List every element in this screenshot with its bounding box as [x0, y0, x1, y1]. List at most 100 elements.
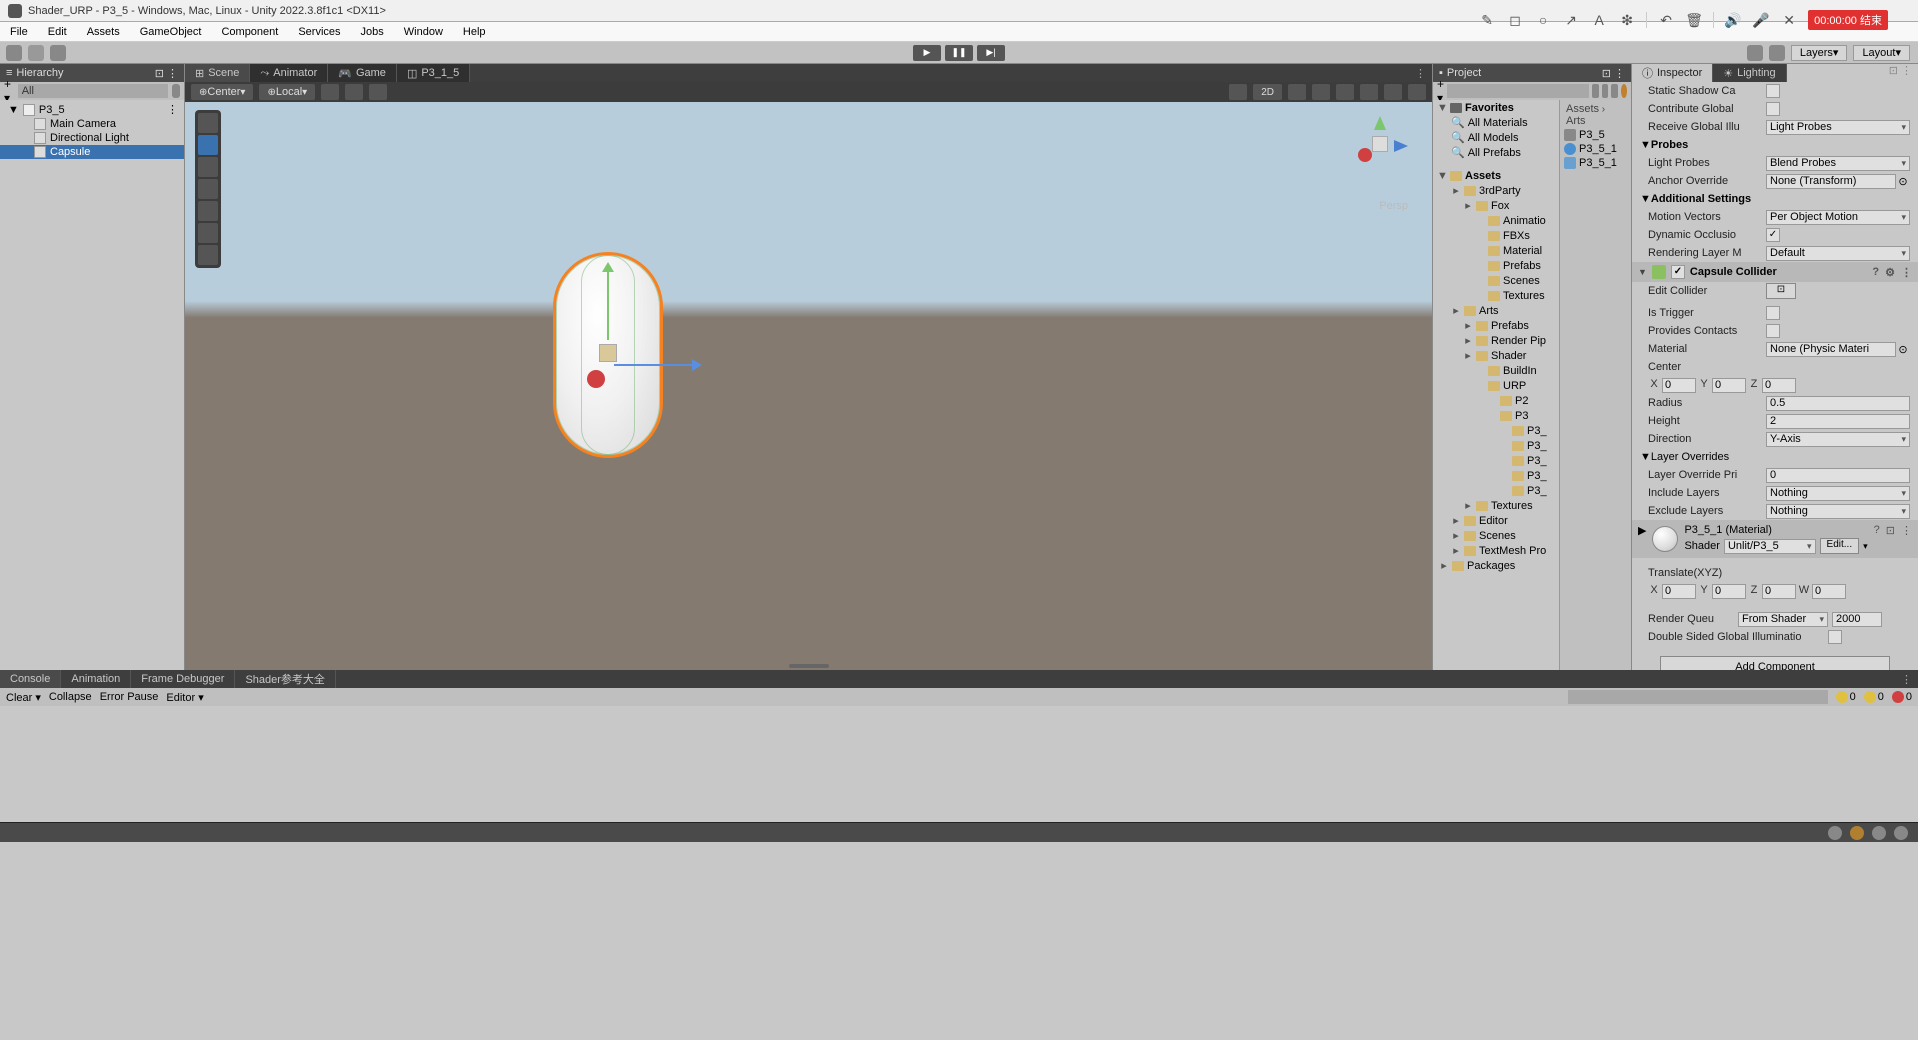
move-tool[interactable]: [198, 135, 218, 155]
project-tree-item[interactable]: URP: [1433, 378, 1559, 393]
menu-icon[interactable]: ⋮: [1901, 266, 1912, 279]
tab-shader[interactable]: ◫P3_1_5: [397, 64, 470, 82]
z-axis-handle[interactable]: [587, 370, 605, 388]
translate-z-input[interactable]: [1762, 584, 1796, 599]
static-shadow-checkbox[interactable]: [1766, 84, 1780, 98]
menu-component[interactable]: Component: [211, 26, 288, 38]
hand-tool[interactable]: [198, 113, 218, 133]
hierarchy-item-camera[interactable]: Main Camera: [0, 117, 184, 131]
y-axis-handle[interactable]: [607, 270, 609, 340]
help-icon[interactable]: ?: [1874, 524, 1880, 537]
project-tree-item[interactable]: ▸TextMesh Pro: [1433, 543, 1559, 558]
menu-gameobject[interactable]: GameObject: [130, 26, 212, 38]
favorite-icon[interactable]: [1602, 84, 1608, 98]
receive-gi-dropdown[interactable]: Light Probes: [1766, 120, 1910, 135]
include-layers-dropdown[interactable]: Nothing: [1766, 486, 1910, 501]
draw-mode-icon[interactable]: [1229, 84, 1247, 100]
project-tree-item[interactable]: ▸Prefabs: [1433, 318, 1559, 333]
project-tree-item[interactable]: P3_: [1433, 438, 1559, 453]
tab-scene[interactable]: ⊞Scene: [185, 64, 250, 82]
console-search[interactable]: [1568, 690, 1828, 704]
settings-icon[interactable]: [50, 45, 66, 61]
radius-input[interactable]: 0.5: [1766, 396, 1910, 411]
tab-lighting[interactable]: ☀Lighting: [1713, 64, 1786, 82]
status-icon-2[interactable]: [1850, 826, 1864, 840]
add-component-button[interactable]: Add Component: [1660, 656, 1890, 670]
project-tree-item[interactable]: Prefabs: [1433, 258, 1559, 273]
circle-icon[interactable]: ○: [1534, 11, 1552, 29]
layers-dropdown[interactable]: Layers ▾: [1791, 45, 1848, 61]
asset-item[interactable]: P3_5_1: [1562, 156, 1629, 170]
menu-jobs[interactable]: Jobs: [351, 26, 394, 38]
snap-icon[interactable]: [345, 84, 363, 100]
capsule-collider-header[interactable]: ▼ Capsule Collider ?⚙⋮: [1632, 262, 1918, 282]
object-picker-icon[interactable]: ⊙: [1896, 175, 1910, 188]
filter-icon[interactable]: [1592, 84, 1598, 98]
project-tree-item[interactable]: P3_: [1433, 423, 1559, 438]
project-tree-item[interactable]: Textures: [1433, 288, 1559, 303]
hierarchy-item-light[interactable]: Directional Light: [0, 131, 184, 145]
collider-enabled-checkbox[interactable]: [1671, 265, 1685, 279]
console-body[interactable]: [0, 706, 1918, 822]
project-tree-item[interactable]: ▸Textures: [1433, 498, 1559, 513]
label-icon[interactable]: [1611, 84, 1617, 98]
lock-icon[interactable]: ⊡ ⋮: [1883, 64, 1918, 82]
provides-contacts-checkbox[interactable]: [1766, 324, 1780, 338]
project-search[interactable]: [1447, 84, 1589, 98]
asset-item[interactable]: P3_5: [1562, 128, 1629, 142]
search-icon[interactable]: [1769, 45, 1785, 61]
project-tree-item[interactable]: ▸Arts: [1433, 303, 1559, 318]
render-queue-value[interactable]: 2000: [1832, 612, 1882, 627]
orientation-gizmo[interactable]: [1352, 116, 1408, 172]
center-x-input[interactable]: [1662, 378, 1696, 393]
preset-icon[interactable]: ⚙: [1885, 266, 1895, 279]
volume-icon[interactable]: 🔊: [1724, 11, 1742, 29]
project-tree-item[interactable]: P3_: [1433, 468, 1559, 483]
hierarchy-filter-icon[interactable]: [172, 84, 180, 98]
collapse-button[interactable]: Collapse: [49, 691, 92, 703]
project-tree-item[interactable]: BuildIn: [1433, 363, 1559, 378]
custom-tool[interactable]: [198, 245, 218, 265]
project-tree-item[interactable]: P2: [1433, 393, 1559, 408]
console-menu-icon[interactable]: ⋮: [1901, 673, 1918, 686]
undo-history-icon[interactable]: [1747, 45, 1763, 61]
square-icon[interactable]: ◻: [1506, 11, 1524, 29]
tab-console[interactable]: Console: [0, 670, 61, 688]
undo-icon[interactable]: ↶: [1657, 11, 1675, 29]
x-axis-handle[interactable]: [614, 364, 694, 366]
center-y-input[interactable]: [1712, 378, 1746, 393]
shader-menu-icon[interactable]: ▾: [1863, 541, 1868, 552]
menu-edit[interactable]: Edit: [38, 26, 77, 38]
project-tree-item[interactable]: Material: [1433, 243, 1559, 258]
status-icon-1[interactable]: [1828, 826, 1842, 840]
arrow-icon[interactable]: ↗: [1562, 11, 1580, 29]
capsule-object[interactable]: [553, 252, 663, 458]
preset-icon[interactable]: ⊡: [1886, 524, 1895, 537]
layout-dropdown[interactable]: Layout ▾: [1853, 45, 1910, 61]
project-tree-item[interactable]: Animatio: [1433, 213, 1559, 228]
tab-animation[interactable]: Animation: [61, 670, 131, 688]
tab-game[interactable]: 🎮Game: [328, 64, 397, 82]
project-tree-item[interactable]: ▸Packages: [1433, 558, 1559, 573]
status-icon-3[interactable]: [1872, 826, 1886, 840]
scene-root[interactable]: ▼ P3_5 ⋮: [0, 102, 184, 117]
light-probes-dropdown[interactable]: Blend Probes: [1766, 156, 1910, 171]
motion-vectors-dropdown[interactable]: Per Object Motion: [1766, 210, 1910, 225]
tab-menu-icon[interactable]: ⋮: [1415, 67, 1432, 80]
project-tree-item[interactable]: ▸Fox: [1433, 198, 1559, 213]
material-header[interactable]: ▶ P3_5_1 (Material) Shader Unlit/P3_5 Ed…: [1632, 520, 1918, 558]
dsgi-checkbox[interactable]: [1828, 630, 1842, 644]
translate-x-input[interactable]: [1662, 584, 1696, 599]
text-icon[interactable]: A: [1590, 11, 1608, 29]
menu-services[interactable]: Services: [288, 26, 350, 38]
center-handle[interactable]: [599, 344, 617, 362]
shader-dropdown[interactable]: Unlit/P3_5: [1724, 539, 1816, 554]
is-trigger-checkbox[interactable]: [1766, 306, 1780, 320]
layer-priority-input[interactable]: 0: [1766, 468, 1910, 483]
tab-inspector[interactable]: ⓘInspector: [1632, 64, 1713, 82]
project-tree-item[interactable]: P3_: [1433, 483, 1559, 498]
mic-icon[interactable]: 🎤: [1752, 11, 1770, 29]
menu-help[interactable]: Help: [453, 26, 496, 38]
scale-tool[interactable]: [198, 179, 218, 199]
project-tree-item[interactable]: ▸Scenes: [1433, 528, 1559, 543]
